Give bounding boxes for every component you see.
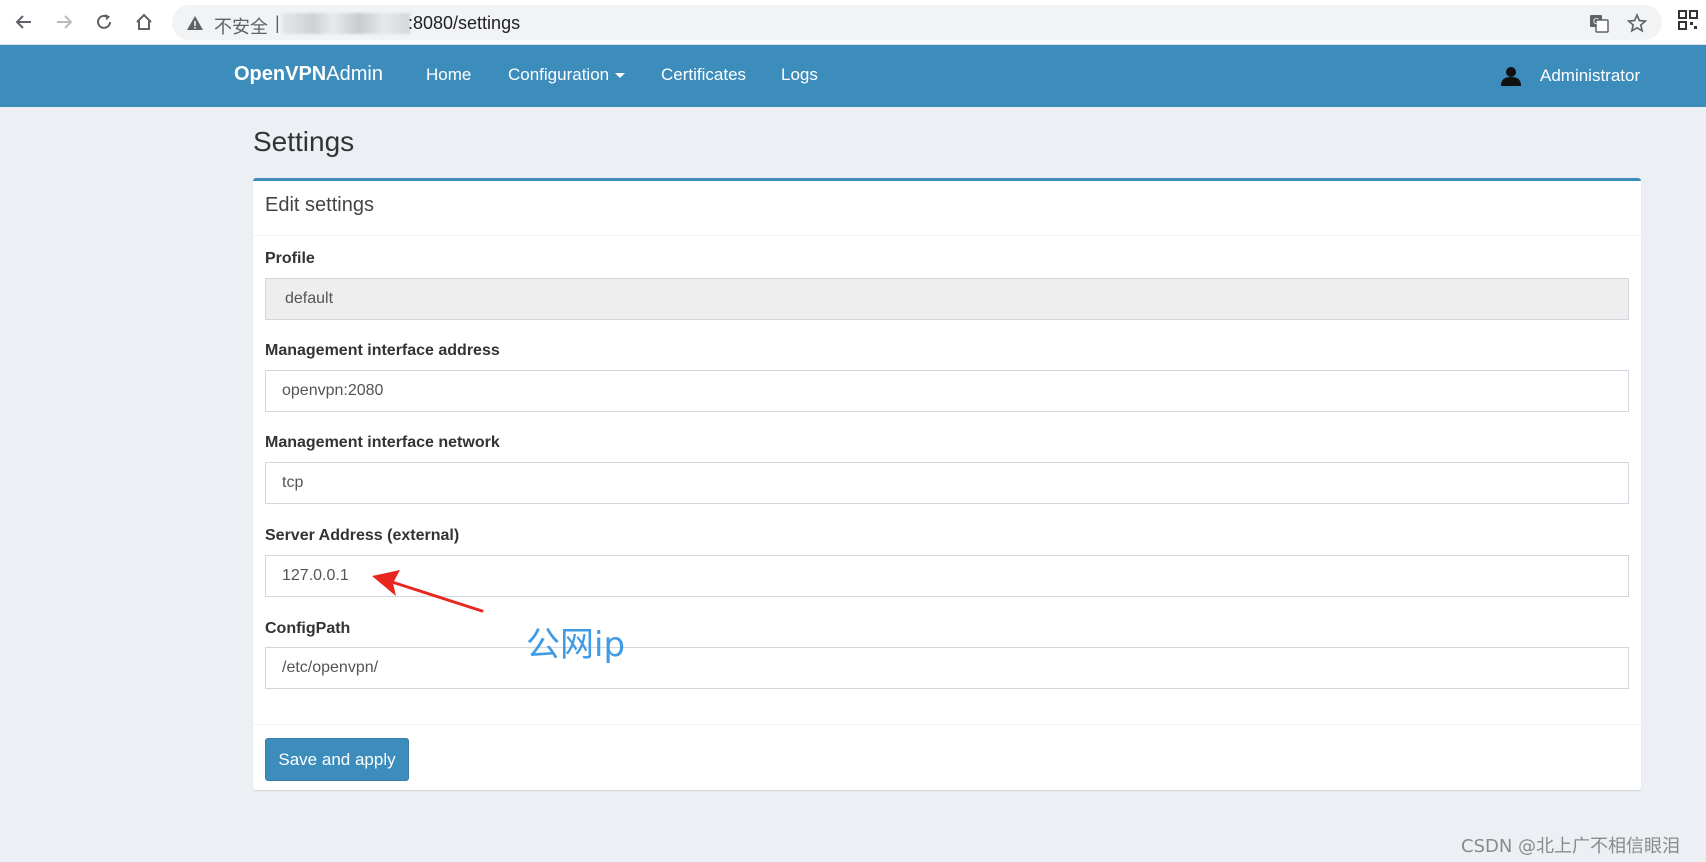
nav-configuration-label: Configuration: [508, 65, 610, 84]
user-name: Administrator: [1540, 66, 1641, 85]
config-path-label: ConfigPath: [265, 620, 351, 637]
nav-certificates[interactable]: Certificates: [661, 65, 746, 85]
user-icon: [1501, 67, 1521, 86]
insecure-label: 不安全: [214, 17, 268, 37]
nav-home[interactable]: Home: [426, 65, 471, 85]
url-separator: |: [275, 13, 280, 33]
settings-box: Edit settings Profile Management interfa…: [253, 178, 1641, 790]
annotation-label: 公网ip: [526, 625, 626, 665]
config-path-input[interactable]: [265, 647, 1629, 689]
brand-rest: Admin: [326, 63, 383, 85]
blurred-host: [282, 13, 410, 34]
svg-text:G: G: [1593, 17, 1599, 26]
reload-icon[interactable]: [89, 8, 119, 36]
box-header: Edit settings: [253, 181, 1641, 236]
mgmt-network-label: Management interface network: [265, 434, 500, 451]
mgmt-address-input[interactable]: [265, 370, 1629, 412]
nav-logs[interactable]: Logs: [781, 65, 818, 85]
page-title: Settings: [253, 126, 355, 157]
save-and-apply-button[interactable]: Save and apply: [265, 738, 409, 781]
warning-icon[interactable]: [186, 14, 204, 32]
nav-configuration[interactable]: Configuration: [508, 65, 626, 85]
address-bar[interactable]: 不安全 | :8080/settings G: [172, 5, 1662, 40]
caret-down-icon: [615, 73, 626, 79]
mgmt-address-label: Management interface address: [265, 342, 500, 359]
brand-logo[interactable]: OpenVPNAdmin: [234, 63, 383, 86]
qr-code-icon[interactable]: [1678, 10, 1698, 30]
profile-field[interactable]: [265, 278, 1629, 320]
url-text: :8080/settings: [408, 13, 521, 33]
user-menu[interactable]: Administrator: [1500, 64, 1640, 88]
watermark: CSDN @北上广不相信眼泪: [1461, 836, 1681, 857]
mgmt-network-input[interactable]: [265, 462, 1629, 504]
star-icon[interactable]: [1625, 11, 1649, 35]
server-address-input[interactable]: [265, 555, 1629, 597]
translate-icon[interactable]: G: [1587, 11, 1611, 35]
home-icon[interactable]: [129, 8, 159, 36]
back-arrow-icon[interactable]: [9, 8, 39, 36]
forward-arrow-icon[interactable]: [49, 8, 79, 36]
profile-label: Profile: [265, 250, 315, 267]
box-footer: Save and apply: [253, 724, 1641, 790]
box-title: Edit settings: [265, 194, 374, 216]
app-navbar: OpenVPNAdmin Home Configuration Certific…: [0, 45, 1706, 107]
browser-toolbar: 不安全 | :8080/settings G: [0, 0, 1706, 45]
brand-bold: OpenVPN: [234, 63, 327, 85]
server-address-label: Server Address (external): [265, 527, 460, 544]
